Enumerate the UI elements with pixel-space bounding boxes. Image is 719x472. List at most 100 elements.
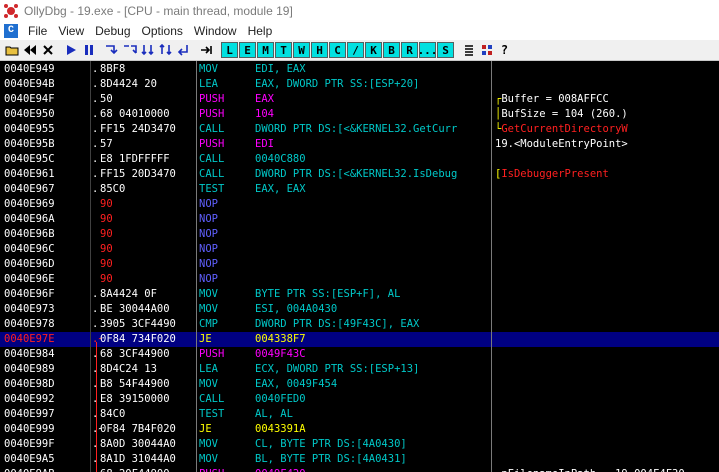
hex-dump-cell: 90 bbox=[100, 243, 113, 255]
disasm-row[interactable]: 0040E989.8D4C24 13LEAECX, DWORD PTR SS:[… bbox=[0, 362, 719, 377]
patches-button[interactable]: / bbox=[347, 42, 364, 58]
address-cell: 0040E96C bbox=[4, 243, 55, 255]
disasm-row[interactable]: 0040E973. BE 30044A00 MOV ESI, 004A0430 bbox=[0, 302, 719, 317]
jump-arrow-line bbox=[96, 432, 97, 472]
menu-options[interactable]: Options bbox=[138, 24, 190, 38]
disasm-row[interactable]: 0040E96C 90 NOP bbox=[0, 242, 719, 257]
address-cell: 0040E96A bbox=[4, 213, 55, 225]
run-trace-button[interactable]: ... bbox=[418, 42, 437, 58]
disasm-row[interactable]: 0040E98D.B8 54F44900MOVEAX, 0049F454 bbox=[0, 377, 719, 392]
address-cell: 0040E94B bbox=[4, 78, 55, 90]
list-icon[interactable] bbox=[460, 42, 477, 58]
menu-help[interactable]: Help bbox=[244, 24, 280, 38]
log-window-button[interactable]: L bbox=[221, 42, 238, 58]
disassembly-pane[interactable]: 0040E949. 8BF8 MOV EDI, EAX 0040E94B. 8D4424 … bbox=[0, 61, 719, 472]
hex-dump-cell: E8 39150000 bbox=[100, 393, 170, 405]
operand: 0049F43C bbox=[255, 348, 306, 360]
address-cell: 0040E999 bbox=[4, 423, 55, 435]
call-stack-button[interactable]: K bbox=[365, 42, 382, 58]
execute-till-return-icon[interactable] bbox=[175, 42, 192, 58]
menu-debug[interactable]: Debug bbox=[91, 24, 137, 38]
grid-icon[interactable] bbox=[478, 42, 495, 58]
disassembly-cell: MOV ESI, 004A0430 bbox=[199, 302, 489, 317]
memory-map-button[interactable]: M bbox=[257, 42, 274, 58]
trace-into-icon[interactable] bbox=[139, 42, 156, 58]
hex-dump-cell: 3905 3CF4490 bbox=[100, 318, 176, 330]
disasm-row[interactable]: 0040E96E 90 NOP bbox=[0, 272, 719, 287]
step-over-icon[interactable] bbox=[121, 42, 138, 58]
hex-dump-cell: 68 3CF44900 bbox=[100, 348, 170, 360]
address-cell: 0040E950 bbox=[4, 108, 55, 120]
disasm-row[interactable]: 0040E94B. 8D4424 20 LEA EAX, DWORD PTR SS:[… bbox=[0, 77, 719, 92]
ollydbg-bug-icon bbox=[4, 4, 18, 18]
cpu-button[interactable]: C bbox=[329, 42, 346, 58]
address-cell: 0040E96D bbox=[4, 258, 55, 270]
operand: EDI bbox=[255, 138, 274, 150]
opcode: MOV bbox=[199, 303, 218, 315]
operand: EAX bbox=[255, 93, 274, 105]
hex-dump-cell: E8 1FDFFFFF bbox=[100, 153, 170, 165]
disasm-row[interactable]: 0040E967. 85C0 TEST EAX, EAX bbox=[0, 182, 719, 197]
menu-file[interactable]: File bbox=[24, 24, 54, 38]
pause-icon[interactable] bbox=[80, 42, 97, 58]
disasm-row[interactable]: 0040E969 90 NOP bbox=[0, 197, 719, 212]
operand: BYTE PTR SS:[ESP+F], AL bbox=[255, 288, 401, 300]
opcode: TEST bbox=[199, 183, 225, 195]
hex-dump-cell: BE 30044A00 bbox=[100, 303, 170, 315]
disassembly-cell: JE 004338F7 bbox=[199, 332, 489, 347]
hex-dump-cell: 8D4424 20 bbox=[100, 78, 157, 90]
disassembly-cell: PUSH EDI bbox=[199, 137, 489, 152]
address-cell: 0040E95C bbox=[4, 153, 55, 165]
trace-over-icon[interactable] bbox=[157, 42, 174, 58]
opcode: LEA bbox=[199, 363, 218, 375]
step-into-icon[interactable] bbox=[103, 42, 120, 58]
address-cell: 0040E99F bbox=[4, 438, 55, 450]
disasm-row[interactable]: 0040E992.E8 39150000CALL0040FED0 bbox=[0, 392, 719, 407]
address-cell: 0040E97E bbox=[4, 333, 55, 345]
operand: EAX, EAX bbox=[255, 183, 306, 195]
disasm-row[interactable]: 0040E96B 90 NOP bbox=[0, 227, 719, 242]
operand: 104 bbox=[255, 108, 274, 120]
cpu-window-icon[interactable]: C bbox=[4, 24, 18, 38]
disasm-row[interactable]: 0040E949. 8BF8 MOV EDI, EAX bbox=[0, 62, 719, 77]
disasm-row[interactable]: 0040E984.68 3CF44900PUSH0049F43C bbox=[0, 347, 719, 362]
breakpoints-button[interactable]: B bbox=[383, 42, 400, 58]
disasm-row[interactable]: 0040E997.84C0TESTAL, AL bbox=[0, 407, 719, 422]
run-icon[interactable] bbox=[62, 42, 79, 58]
disasm-row[interactable]: 0040E96F. 8A4424 0F MOV BYTE PTR SS:[ESP+F]… bbox=[0, 287, 719, 302]
operand: AL, AL bbox=[255, 408, 293, 420]
disassembly-cell: NOP bbox=[199, 242, 489, 257]
opcode: NOP bbox=[199, 228, 218, 240]
address-cell: 0040E961 bbox=[4, 168, 55, 180]
disasm-row[interactable]: 0040E99F.8A0D 30044A0MOVCL, BYTE PTR DS:… bbox=[0, 437, 719, 452]
handles-button[interactable]: H bbox=[311, 42, 328, 58]
hex-dump-cell: 8A4424 0F bbox=[100, 288, 157, 300]
disasm-row[interactable]: 0040E96A 90 NOP bbox=[0, 212, 719, 227]
references-button[interactable]: R bbox=[401, 42, 418, 58]
source-button[interactable]: S bbox=[437, 42, 454, 58]
address-cell: 0040E973 bbox=[4, 303, 55, 315]
help-icon[interactable]: ? bbox=[496, 42, 513, 58]
disasm-row[interactable]: 0040E96D 90 NOP bbox=[0, 257, 719, 272]
disassembly-cell: NOP bbox=[199, 227, 489, 242]
goto-icon[interactable] bbox=[198, 42, 215, 58]
windows-button[interactable]: W bbox=[293, 42, 310, 58]
menu-window[interactable]: Window bbox=[190, 24, 244, 38]
rewind-icon[interactable] bbox=[21, 42, 38, 58]
disassembly-cell: CALL DWORD PTR DS:[<&KERNEL32.GetCurr bbox=[199, 122, 489, 137]
hex-dump-cell: 84C0 bbox=[100, 408, 126, 420]
disasm-row[interactable]: 0040E978. 3905 3CF4490 CMP DWORD PTR DS:[49… bbox=[0, 317, 719, 332]
disasm-row[interactable]: 0040E94F. 50 PUSH EAX bbox=[0, 92, 719, 107]
operand: ECX, DWORD PTR SS:[ESP+13] bbox=[255, 363, 420, 375]
executable-modules-button[interactable]: E bbox=[239, 42, 256, 58]
disasm-row[interactable]: 0040E9A5.8A1D 31044A0MOVBL, BYTE PTR DS:… bbox=[0, 452, 719, 467]
menu-view[interactable]: View bbox=[54, 24, 91, 38]
open-icon[interactable] bbox=[3, 42, 20, 58]
stop-icon[interactable] bbox=[39, 42, 56, 58]
disasm-row[interactable]: 0040E95C. E8 1FDFFFFF CALL 0040C880 bbox=[0, 152, 719, 167]
operand: ESI, 004A0430 bbox=[255, 303, 338, 315]
threads-button[interactable]: T bbox=[275, 42, 292, 58]
disasm-row[interactable]: 0040E961. FF15 20D3470 CALL DWORD PTR DS:[<… bbox=[0, 167, 719, 182]
disasm-row[interactable]: 0040E999.~0F84 7B4F020JE0043391A bbox=[0, 422, 719, 437]
disasm-row[interactable]: 0040E97E .~ 0F84 734F020 JE 004338F7 bbox=[0, 332, 719, 347]
